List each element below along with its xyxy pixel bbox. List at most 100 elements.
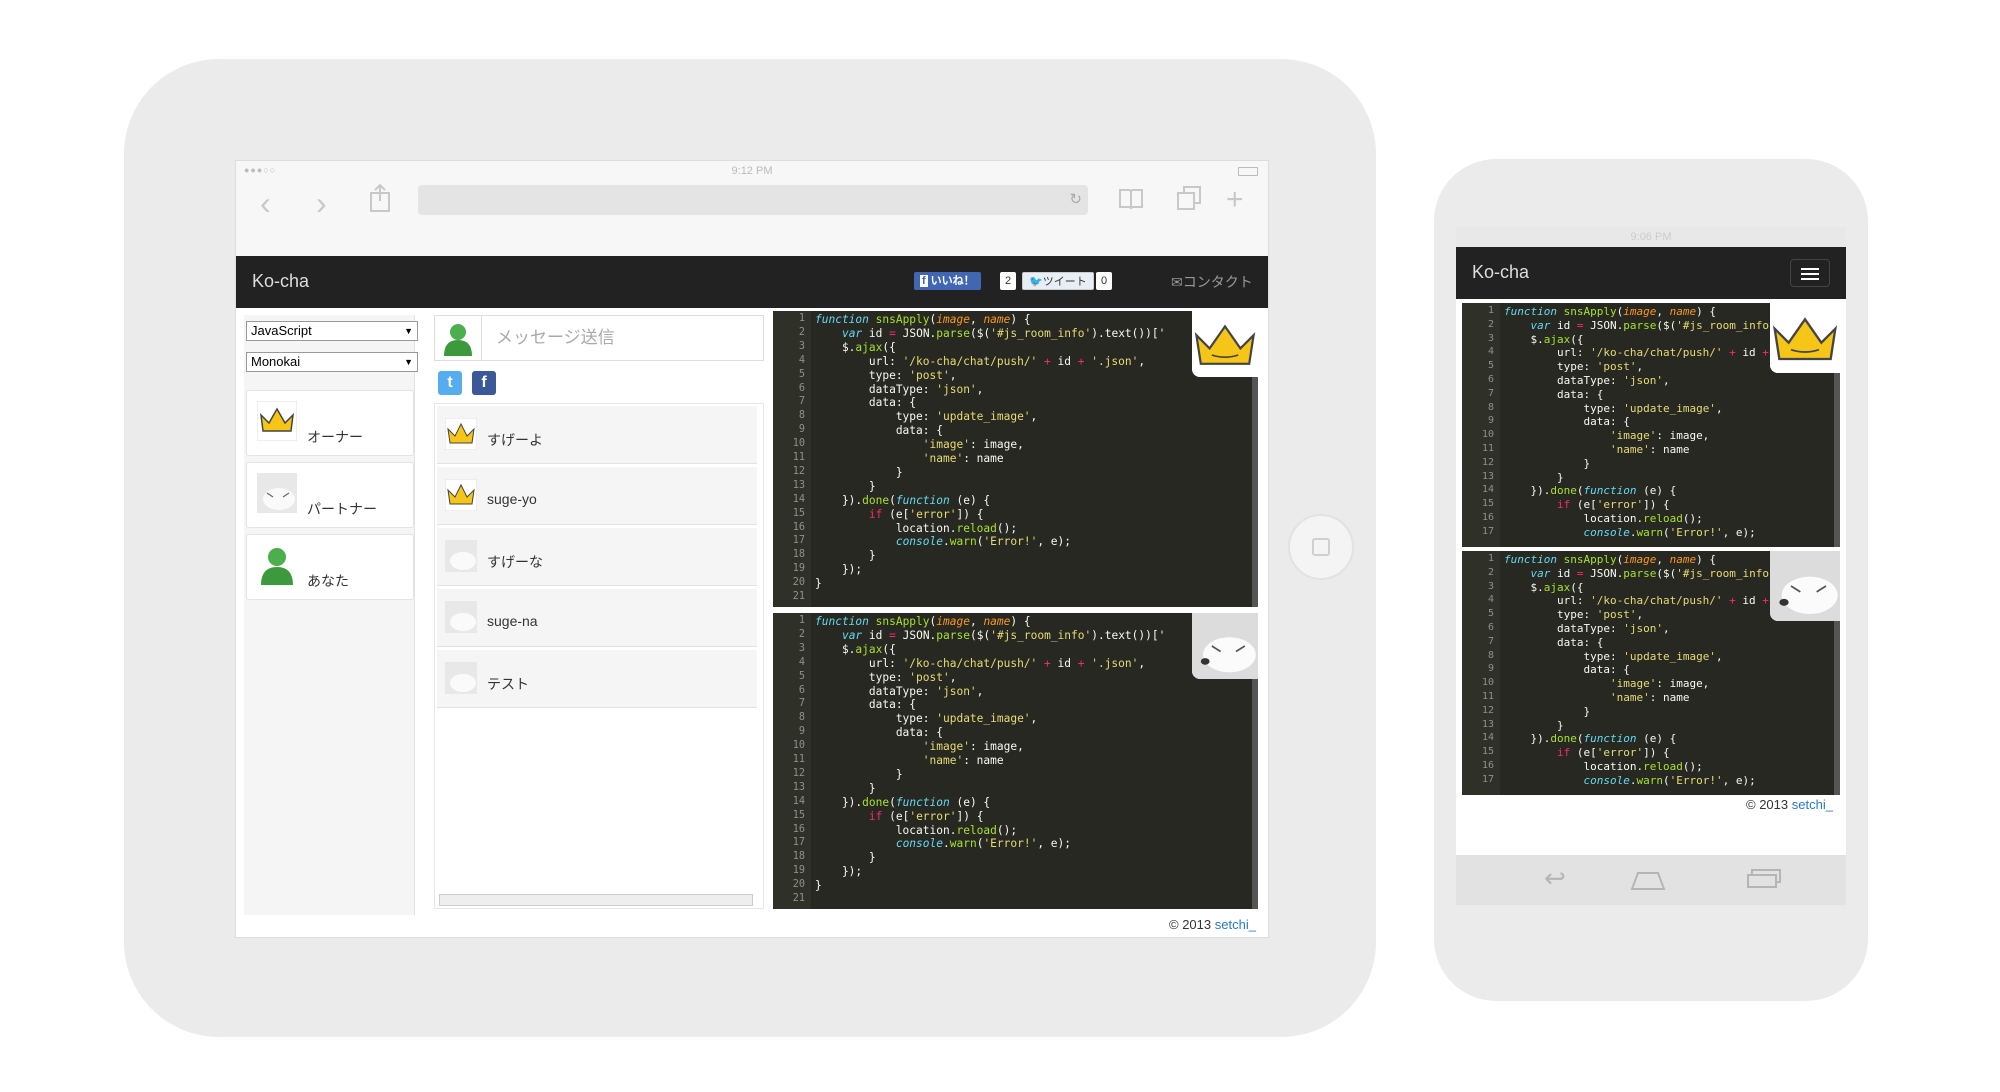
line-number: 9 [798,424,805,436]
code-line: location.reload(); [815,521,1018,535]
recent-apps-icon[interactable] [1746,867,1782,891]
line-number: 16 [792,521,805,533]
language-select[interactable]: JavaScript ▼ [246,321,418,341]
code-line: if (e['error']) { [1556,746,1670,760]
crown-avatar-icon [257,401,297,441]
code-line: console.warn('Error!', e); [895,535,1072,549]
message-input[interactable] [481,316,763,360]
code-line: 'image': image, [922,438,1024,452]
share-icon[interactable] [368,183,392,213]
line-number: 15 [1481,746,1494,758]
navbar: Ko-cha f いいね！ 2 🐦ツイート 0 ✉コンタクト [236,256,1268,308]
code-line: 'name': name [1609,443,1690,456]
menu-toggle-icon[interactable] [1790,259,1830,287]
fox-avatar-icon [1192,613,1258,679]
code-line: dataType: 'json', [815,684,984,698]
line-number: 7 [798,698,805,710]
line-number: 3 [1487,580,1494,592]
line-number: 11 [792,452,805,463]
line-number: 1 [1487,305,1494,316]
line-number: 1 [798,313,805,324]
user-name: パートナー [307,501,377,517]
line-number: 6 [1487,374,1494,385]
code-editor-partner[interactable]: 1 function snsApply(image, name) {2 var i… [773,613,1258,909]
code-line: data: { [1504,387,1604,401]
user-card-you[interactable]: あなた [246,534,414,600]
twitter-icon[interactable]: t [438,371,462,395]
line-number: 9 [1487,663,1494,675]
facebook-like-button[interactable]: f いいね！ [914,272,981,290]
theme-select[interactable]: Monokai ▼ [246,352,418,372]
code-editor-owner[interactable]: 1 function snsApply(image, name) {2 var i… [773,311,1258,607]
contact-link[interactable]: ✉コンタクト [1171,272,1253,292]
author-link[interactable]: setchi_ [1792,797,1833,812]
code-line: if (e['error']) { [868,809,984,823]
user-card-owner[interactable]: オーナー [246,390,414,456]
code-line: 'image': image, [1609,429,1710,443]
code-line: } [1504,704,1591,718]
tweet-button[interactable]: 🐦ツイート [1022,272,1094,290]
code-line: dataType: 'json', [815,382,984,396]
line-number: 21 [792,893,805,904]
line-number: 7 [1487,635,1494,647]
code-line: } [815,549,876,563]
author-link[interactable]: setchi_ [1215,917,1256,932]
back-icon[interactable]: ‹ [260,187,271,219]
bookmarks-icon[interactable] [1118,187,1144,211]
line-number: 8 [1487,649,1494,661]
code-line: type: 'update_image', [815,410,1038,424]
code-line: function snsApply(image, name) { [1504,305,1716,318]
line-number: 4 [798,354,805,366]
line-number: 13 [1481,470,1494,482]
line-number: 8 [1487,401,1494,413]
horizontal-scrollbar[interactable] [439,894,753,906]
list-item: すげーよ [437,406,757,464]
tabs-icon[interactable] [1176,185,1204,213]
line-number: 18 [792,549,805,561]
tablet-screen: ●●●○○ 9:12 PM ‹ › ↻ + Ko-cha f いいね！ 2 🐦ツイ… [235,160,1269,938]
code-line: }); [815,563,863,577]
line-number: 16 [1481,512,1494,523]
code-line: } [1504,718,1564,732]
code-line: type: 'post', [815,368,957,382]
forward-icon[interactable]: › [316,187,327,219]
code-line: }).done(function (e) { [1504,484,1677,498]
code-line: $.ajax({ [1504,332,1584,346]
code-line: }).done(function (e) { [815,493,991,507]
message-text: テスト [487,676,529,692]
line-number: 15 [1481,498,1494,510]
code-line: data: { [815,424,943,438]
code-line: } [815,879,822,893]
reload-icon[interactable]: ↻ [1069,190,1082,208]
line-number: 11 [792,754,805,765]
code-line: }).done(function (e) { [1504,732,1677,746]
line-number: 2 [798,326,805,338]
back-icon[interactable]: ↩ [1544,865,1566,891]
line-number: 5 [1487,608,1494,620]
list-item: suge-yo [437,467,757,525]
facebook-icon[interactable]: f [472,371,496,395]
code-line: $.ajax({ [815,642,896,656]
code-editor-partner[interactable]: 1 function snsApply(image, name) {2 var i… [1462,551,1840,795]
fox-avatar-icon [445,662,477,694]
code-line: function snsApply(image, name) { [815,615,1031,628]
line-number: 9 [798,726,805,738]
code-line: console.warn('Error!', e); [1583,525,1756,539]
code-editor-owner[interactable]: 1 function snsApply(image, name) {2 var i… [1462,303,1840,547]
user-card-partner[interactable]: パートナー [246,462,414,528]
code-line: data: { [1504,635,1604,649]
code-line: type: 'update_image', [1504,649,1723,663]
brand-title[interactable]: Ko-cha [252,271,309,292]
code-line: 'image': image, [1609,677,1710,691]
message-text: suge-yo [487,491,537,507]
list-item: テスト [437,650,757,708]
line-number: 13 [792,479,805,491]
line-number: 14 [1481,484,1494,496]
home-icon[interactable] [1628,869,1668,891]
message-text: suge-na [487,613,538,629]
new-tab-icon[interactable]: + [1226,185,1244,215]
brand-title[interactable]: Ko-cha [1472,262,1529,283]
tablet-home-button[interactable] [1288,514,1354,580]
address-bar[interactable]: ↻ [418,185,1088,215]
line-number: 8 [798,410,805,422]
